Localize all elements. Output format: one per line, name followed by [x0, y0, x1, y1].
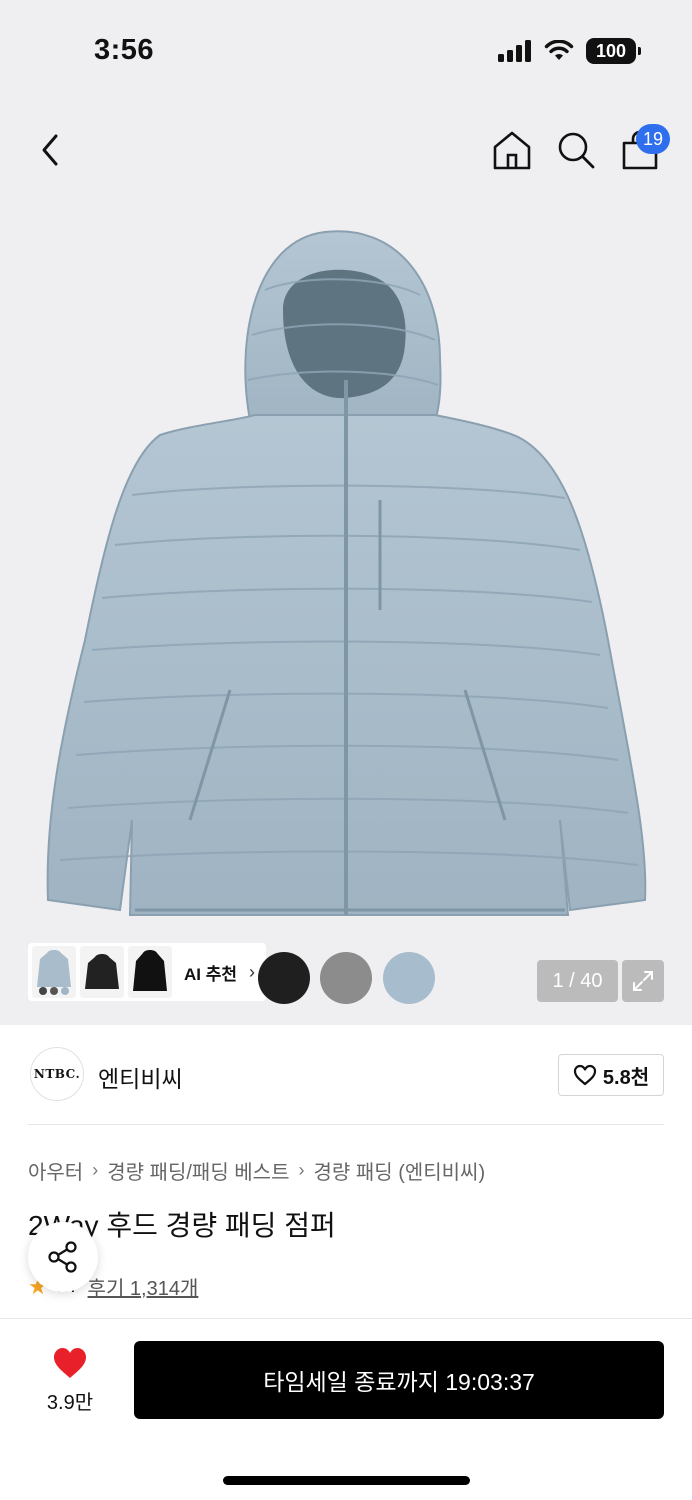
wish-count: 3.9만	[46, 1392, 94, 1414]
battery-indicator: 100	[586, 38, 641, 64]
breadcrumb-item[interactable]: 아우터	[28, 1156, 83, 1185]
home-button[interactable]	[490, 128, 534, 172]
brand-like-button[interactable]: 5.8천	[558, 1054, 664, 1096]
buy-button[interactable]: 타임세일 종료까지 19:03:37	[134, 1341, 664, 1419]
chevron-right-icon: ›	[92, 1160, 99, 1180]
expand-icon	[633, 971, 653, 991]
recommendation-thumbnail[interactable]	[128, 946, 172, 998]
color-swatch-skyblue[interactable]	[383, 952, 435, 1004]
home-indicator	[223, 1476, 470, 1485]
cart-count-badge: 19	[636, 124, 670, 154]
brand-name[interactable]: 엔티비씨	[98, 1060, 183, 1094]
review-link[interactable]: 후기 1,314개	[88, 1272, 199, 1301]
product-image[interactable]	[40, 220, 652, 930]
home-icon	[493, 131, 531, 170]
bottom-bar-divider	[0, 1318, 692, 1319]
ai-recommendation-card[interactable]: AI 추천 ›	[28, 943, 266, 1001]
recommendation-thumbnail[interactable]	[32, 946, 76, 998]
ai-recommendation-label: AI 추천	[184, 964, 238, 984]
color-swatch-black[interactable]	[258, 952, 310, 1004]
breadcrumb-item[interactable]: 경량 패딩 (엔티비씨)	[313, 1156, 485, 1185]
back-button[interactable]	[30, 128, 70, 172]
image-counter: 1 / 40	[537, 960, 618, 1002]
status-bar: 3:56 100	[0, 0, 692, 100]
search-button[interactable]	[554, 128, 598, 172]
expand-image-button[interactable]	[622, 960, 664, 1002]
search-icon	[558, 132, 595, 169]
share-icon	[48, 1241, 77, 1273]
color-swatch-gray[interactable]	[320, 952, 372, 1004]
brand-like-count: 5.8천	[602, 1066, 650, 1089]
top-nav	[0, 120, 692, 180]
divider	[28, 1124, 664, 1125]
brand-logo[interactable]: NTBC.	[30, 1047, 84, 1101]
heart-outline-icon	[573, 1064, 596, 1086]
heart-filled-icon[interactable]	[52, 1346, 88, 1380]
chevron-right-icon: ›	[298, 1160, 305, 1180]
status-icons: 100	[498, 38, 641, 64]
recommendation-thumbnail[interactable]	[80, 946, 124, 998]
wifi-icon	[544, 40, 574, 60]
jacket-thumbnail-icon	[85, 954, 119, 989]
breadcrumb: 아우터 › 경량 패딩/패딩 베스트 › 경량 패딩 (엔티비씨)	[28, 1156, 485, 1185]
back-chevron-icon	[42, 134, 58, 166]
chevron-right-icon: ›	[249, 961, 256, 982]
signal-icon	[498, 40, 531, 62]
share-button[interactable]	[28, 1222, 98, 1292]
jacket-thumbnail-icon	[37, 950, 71, 995]
breadcrumb-item[interactable]: 경량 패딩/패딩 베스트	[107, 1156, 289, 1185]
status-time: 3:56	[94, 34, 155, 66]
jacket-thumbnail-icon	[133, 950, 167, 991]
